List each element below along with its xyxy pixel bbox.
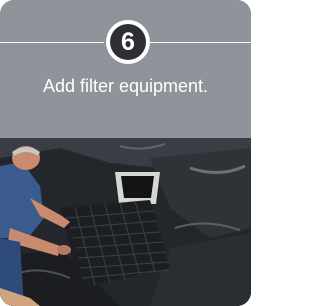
step-card: 6 Add filter equipment.: [0, 0, 251, 306]
pond-liner-photo: [0, 138, 251, 306]
step-photo: [0, 138, 251, 306]
step-number-badge: 6: [106, 20, 150, 64]
step-caption: Add filter equipment.: [42, 76, 209, 96]
divider-right: [148, 42, 251, 43]
filter-box: [115, 172, 160, 204]
step-number: 6: [110, 24, 146, 60]
step-header: 6 Add filter equipment.: [0, 0, 251, 138]
divider-left: [0, 42, 104, 43]
